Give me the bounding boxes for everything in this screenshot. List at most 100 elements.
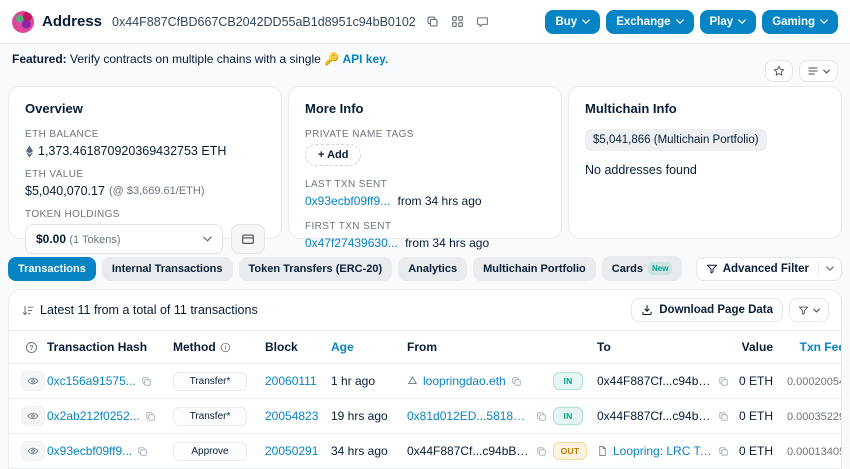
add-tag-button[interactable]: + Add bbox=[305, 144, 361, 166]
col-block: Block bbox=[265, 331, 331, 364]
from-address[interactable]: 0x81d012ED...5818C2404 bbox=[407, 409, 531, 423]
sort-icon bbox=[21, 304, 34, 317]
block-link[interactable]: 20050291 bbox=[265, 444, 318, 458]
tab-internal-transactions[interactable]: Internal Transactions bbox=[102, 257, 233, 281]
chevron-down-icon bbox=[676, 19, 684, 24]
method-badge[interactable]: Transfer* bbox=[173, 372, 247, 391]
copy-icon[interactable] bbox=[718, 376, 729, 387]
method-badge[interactable]: Transfer* bbox=[173, 407, 247, 426]
more-info-card: More Info PRIVATE NAME TAGS + Add LAST T… bbox=[288, 86, 562, 239]
eth-diamond-icon bbox=[25, 145, 34, 158]
last-txn-hash-link[interactable]: 0x93ecbf09ff9... bbox=[305, 194, 390, 208]
comment-button[interactable] bbox=[474, 13, 491, 30]
tab-analytics[interactable]: Analytics bbox=[398, 257, 467, 281]
from-address[interactable]: loopringdao.eth bbox=[423, 374, 506, 388]
tx-hash-link[interactable]: 0xc156a91575... bbox=[47, 374, 136, 388]
copy-icon[interactable] bbox=[145, 411, 156, 422]
chevron-down-icon[interactable] bbox=[818, 261, 841, 276]
transactions-tbody: 0xc156a91575... Transfer* 20060111 1 hr … bbox=[9, 364, 842, 469]
table-header-row: ? Transaction Hash Methodi Block Age Fro… bbox=[9, 331, 842, 364]
multichain-portfolio-badge[interactable]: $5,041,866 (Multichain Portfolio) bbox=[585, 129, 767, 151]
from-address[interactable]: 0x44F887Cf...c94bB0102 bbox=[407, 444, 531, 458]
to-address[interactable]: 0x44F887Cf...c94bB0102 bbox=[597, 374, 713, 388]
gaming-button[interactable]: Gaming bbox=[762, 10, 838, 34]
copy-icon[interactable] bbox=[536, 446, 547, 457]
copy-icon[interactable] bbox=[718, 446, 729, 457]
table-row: 0xc156a91575... Transfer* 20060111 1 hr … bbox=[9, 364, 842, 399]
copy-icon[interactable] bbox=[141, 376, 152, 387]
more-info-title: More Info bbox=[305, 101, 545, 116]
comment-icon bbox=[476, 15, 489, 28]
chevron-down-icon bbox=[582, 19, 590, 24]
qr-code-icon bbox=[451, 15, 464, 28]
svg-text:?: ? bbox=[29, 344, 33, 351]
col-from: From bbox=[407, 331, 553, 364]
chevron-down-icon bbox=[820, 19, 828, 24]
first-txn-label: FIRST TXN SENT bbox=[305, 221, 545, 232]
multichain-info-card: Multichain Info $5,041,866 (Multichain P… bbox=[568, 86, 842, 239]
copy-icon[interactable] bbox=[718, 411, 729, 422]
tab-transactions[interactable]: Transactions bbox=[8, 257, 96, 281]
table-row: 0x93ecbf09ff9... Approve 20050291 34 hrs… bbox=[9, 434, 842, 469]
eye-icon bbox=[27, 445, 39, 457]
advanced-filter-button[interactable]: Advanced Filter bbox=[696, 257, 842, 281]
first-txn-hash-link[interactable]: 0x47f27439630... bbox=[305, 236, 398, 250]
eye-icon bbox=[27, 375, 39, 387]
txn-fee-text: 0.00013405 bbox=[787, 446, 842, 458]
copy-icon[interactable] bbox=[511, 376, 522, 387]
token-holdings-select[interactable]: $0.00 (1 Tokens) bbox=[25, 224, 223, 254]
direction-badge: IN bbox=[553, 372, 583, 390]
tx-hash-link[interactable]: 0x93ecbf09ff9... bbox=[47, 444, 132, 458]
play-button[interactable]: Play bbox=[700, 10, 757, 34]
qr-code-button[interactable] bbox=[449, 13, 466, 30]
to-address[interactable]: 0x44F887Cf...c94bB0102 bbox=[597, 409, 713, 423]
info-circle-icon[interactable]: i bbox=[220, 342, 231, 353]
buy-button[interactable]: Buy bbox=[545, 10, 600, 34]
copy-icon[interactable] bbox=[137, 446, 148, 457]
method-badge[interactable]: Approve bbox=[173, 442, 247, 461]
copy-icon bbox=[426, 15, 439, 28]
preview-eye-button[interactable] bbox=[21, 441, 45, 461]
favorite-star-button[interactable] bbox=[765, 60, 793, 82]
token-holdings-label: TOKEN HOLDINGS bbox=[25, 209, 265, 220]
block-link[interactable]: 20054823 bbox=[265, 409, 318, 423]
preview-eye-button[interactable] bbox=[21, 371, 45, 391]
copy-icon[interactable] bbox=[536, 411, 547, 422]
to-address[interactable]: Loopring: LRC Tok... bbox=[613, 444, 713, 458]
tab-bar: Transactions Internal Transactions Token… bbox=[8, 256, 682, 281]
eth-rate: (@ $3,669.61/ETH) bbox=[109, 185, 205, 197]
last-txn-label: LAST TXN SENT bbox=[305, 179, 545, 190]
view-options-button[interactable] bbox=[799, 60, 838, 82]
block-link[interactable]: 20060111 bbox=[265, 374, 317, 388]
col-txn-fee-toggle[interactable]: Txn Fee bbox=[800, 340, 842, 354]
question-circle-icon[interactable]: ? bbox=[25, 341, 41, 354]
col-method: Method bbox=[173, 340, 216, 354]
chevron-down-icon bbox=[203, 236, 212, 242]
page-header: Address 0x44F887CfBD667CB2042DD55aB1d895… bbox=[0, 0, 850, 44]
tab-cards[interactable]: CardsNew bbox=[602, 256, 683, 281]
value-text: 0 ETH bbox=[739, 374, 773, 388]
eth-value-label: ETH VALUE bbox=[25, 169, 265, 180]
age-text: 1 hr ago bbox=[331, 374, 375, 388]
col-age-toggle[interactable]: Age bbox=[331, 340, 354, 354]
tab-token-transfers[interactable]: Token Transfers (ERC-20) bbox=[239, 257, 393, 281]
tab-multichain-portfolio[interactable]: Multichain Portfolio bbox=[473, 257, 596, 281]
api-key-link[interactable]: API key. bbox=[342, 52, 388, 66]
wallet-button[interactable] bbox=[231, 224, 265, 254]
value-text: 0 ETH bbox=[739, 444, 773, 458]
preview-eye-button[interactable] bbox=[21, 406, 45, 426]
wallet-icon bbox=[241, 232, 255, 246]
tx-hash-link[interactable]: 0x2ab212f0252... bbox=[47, 409, 140, 423]
col-to: To bbox=[597, 331, 735, 364]
txn-fee-text: 0.00035229 bbox=[787, 411, 842, 423]
exchange-button[interactable]: Exchange bbox=[606, 10, 693, 34]
table-filter-button[interactable] bbox=[789, 298, 829, 322]
token-count: (1 Tokens) bbox=[69, 234, 120, 246]
download-page-data-button[interactable]: Download Page Data bbox=[631, 298, 783, 322]
copy-address-button[interactable] bbox=[424, 13, 441, 30]
private-name-tags-label: PRIVATE NAME TAGS bbox=[305, 129, 545, 140]
col-value: Value bbox=[735, 331, 787, 364]
eth-balance-label: ETH BALANCE bbox=[25, 129, 265, 140]
age-text: 19 hrs ago bbox=[331, 409, 388, 423]
featured-text: Verify contracts on multiple chains with… bbox=[70, 52, 321, 66]
